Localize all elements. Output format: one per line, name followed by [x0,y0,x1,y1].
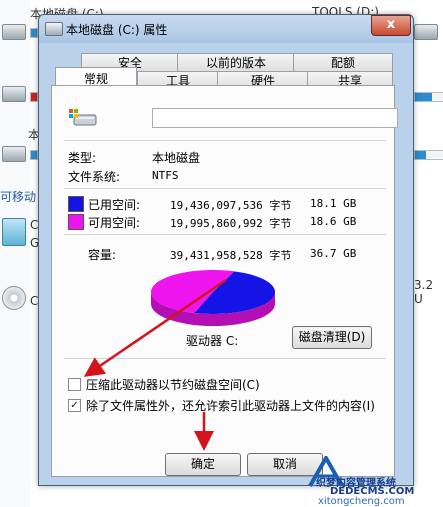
watermark: 织梦内容管理系统 DEDECMS.COM xitongcheng.com [306,452,443,507]
watermark-text-3: xitongcheng.com [318,496,405,507]
arrow-to-compress [83,278,227,377]
annotation-arrows [83,278,227,451]
